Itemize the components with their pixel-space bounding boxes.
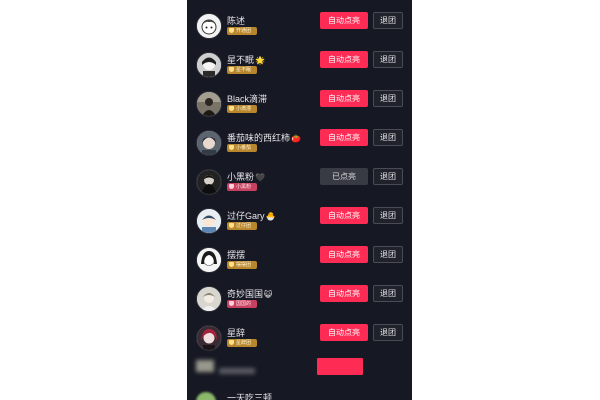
- fan-badge: 小番茄: [227, 144, 257, 152]
- fan-badge: 过仔团: [227, 222, 257, 230]
- list-item: 小黑粉🖤 小黑粉 已点亮 退团: [187, 166, 412, 204]
- avatar-dark-figure-icon[interactable]: [196, 91, 222, 117]
- blurred-avatar: [196, 360, 214, 372]
- auto-light-button[interactable]: 自动点亮: [320, 51, 368, 68]
- leave-group-button[interactable]: 退团: [373, 12, 403, 29]
- member-name: 小黑粉🖤: [227, 172, 265, 182]
- blurred-list-item: [187, 356, 412, 378]
- leave-group-button[interactable]: 退团: [373, 51, 403, 68]
- blurred-name: [219, 368, 255, 374]
- auto-light-button[interactable]: 自动点亮: [320, 207, 368, 224]
- fan-badge: 小滴滞: [227, 105, 257, 113]
- fan-badge: 小黑粉: [227, 183, 257, 191]
- leave-group-button[interactable]: 退团: [373, 324, 403, 341]
- avatar-red-hair-icon[interactable]: [196, 325, 222, 351]
- list-item: 星不眠🌟 星不眠 自动点亮 退团: [187, 49, 412, 87]
- member-name: 奇妙国国😺: [227, 289, 273, 299]
- avatar-dark-hooded-icon[interactable]: [196, 169, 222, 195]
- member-name: Black滴滞: [227, 94, 268, 104]
- leave-group-button[interactable]: 退团: [373, 285, 403, 302]
- member-name: 一天吃三顿: [227, 393, 273, 400]
- leave-group-button[interactable]: 退团: [373, 90, 403, 107]
- auto-light-button[interactable]: 自动点亮: [320, 129, 368, 146]
- list-item: 陈述 开通团 自动点亮 退团: [187, 10, 412, 48]
- list-item: 星辞 星辞团 自动点亮 退团: [187, 322, 412, 360]
- avatar-cartoon-boy-icon[interactable]: [196, 13, 222, 39]
- fan-badge: 星不眠: [227, 66, 257, 74]
- member-name: 过仔Gary🐣: [227, 211, 276, 221]
- member-name: 星辞: [227, 328, 246, 338]
- auto-light-button[interactable]: 自动点亮: [320, 90, 368, 107]
- avatar-green-icon[interactable]: [196, 392, 216, 400]
- avatar-dark-cartoon-icon[interactable]: [196, 52, 222, 78]
- avatar-blue-cartoon-icon[interactable]: [196, 208, 222, 234]
- fan-badge: 国国的: [227, 300, 257, 308]
- member-name: 摆摆: [227, 250, 246, 260]
- already-lit-button[interactable]: 已点亮: [320, 168, 368, 185]
- avatar-anime-portrait-icon[interactable]: [196, 130, 222, 156]
- avatar-anime-girl-icon[interactable]: [196, 247, 222, 273]
- auto-light-button[interactable]: [317, 358, 363, 375]
- list-item: 奇妙国国😺 国国的 自动点亮 退团: [187, 283, 412, 321]
- list-item: 摆摆 摆摆团 自动点亮 退团: [187, 244, 412, 282]
- fan-badge: 开通团: [227, 27, 257, 35]
- auto-light-button[interactable]: 自动点亮: [320, 285, 368, 302]
- leave-group-button[interactable]: 退团: [373, 246, 403, 263]
- member-name: 陈述: [227, 16, 246, 26]
- leave-group-button[interactable]: 退团: [373, 207, 403, 224]
- fan-badge: 星辞团: [227, 339, 257, 347]
- list-item: 番茄味的西红柿🍅 小番茄 自动点亮 退团: [187, 127, 412, 165]
- fan-badge: 摆摆团: [227, 261, 257, 269]
- auto-light-button[interactable]: 自动点亮: [320, 324, 368, 341]
- member-name: 星不眠🌟: [227, 55, 265, 65]
- leave-group-button[interactable]: 退团: [373, 129, 403, 146]
- list-item: 过仔Gary🐣 过仔团 自动点亮 退团: [187, 205, 412, 243]
- member-name: 番茄味的西红柿🍅: [227, 133, 301, 143]
- leave-group-button[interactable]: 退团: [373, 168, 403, 185]
- auto-light-button[interactable]: 自动点亮: [320, 12, 368, 29]
- avatar-light-portrait-icon[interactable]: [196, 286, 222, 312]
- fan-club-list: 陈述 开通团 自动点亮 退团 星不眠🌟 星不眠 自动点亮 退团 Black滴滞 …: [187, 0, 412, 400]
- auto-light-button[interactable]: 自动点亮: [320, 246, 368, 263]
- list-item: Black滴滞 小滴滞 自动点亮 退团: [187, 88, 412, 126]
